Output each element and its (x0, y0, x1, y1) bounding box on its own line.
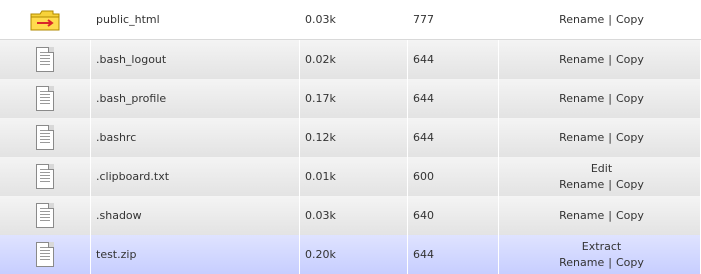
table-row[interactable]: .bash_profile 0.17k 644 Rename | Copy (0, 79, 701, 118)
file-permissions[interactable]: 640 (408, 196, 499, 235)
file-name[interactable]: .clipboard.txt (91, 157, 300, 196)
actions-cell: Rename | Copy (499, 118, 701, 157)
file-icon[interactable] (36, 203, 54, 228)
actions-cell: Rename | Copy (499, 0, 701, 39)
actions-cell: Edit Rename | Copy (499, 157, 701, 196)
file-name[interactable]: .bash_logout (91, 40, 300, 79)
file-icon[interactable] (36, 47, 54, 72)
actions-cell: Rename | Copy (499, 40, 701, 79)
file-size: 0.03k (300, 0, 408, 39)
rename-link[interactable]: Rename (559, 13, 604, 26)
file-size: 0.03k (300, 196, 408, 235)
file-permissions[interactable]: 644 (408, 118, 499, 157)
actions-cell: Extract Rename | Copy (499, 235, 701, 274)
file-permissions[interactable]: 644 (408, 40, 499, 79)
copy-link[interactable]: Copy (616, 178, 644, 191)
action-separator: | (608, 91, 612, 105)
copy-link[interactable]: Copy (616, 131, 644, 144)
file-name[interactable]: .bash_profile (91, 79, 300, 118)
file-name[interactable]: test.zip (91, 235, 300, 274)
actions-cell: Rename | Copy (499, 196, 701, 235)
icon-cell (0, 235, 91, 274)
copy-link[interactable]: Copy (616, 92, 644, 105)
file-size: 0.20k (300, 235, 408, 274)
action-separator: | (608, 12, 612, 26)
action-separator: | (608, 130, 612, 144)
file-permissions[interactable]: 777 (408, 0, 499, 39)
table-row[interactable]: .shadow 0.03k 640 Rename | Copy (0, 196, 701, 235)
copy-link[interactable]: Copy (616, 13, 644, 26)
rename-link[interactable]: Rename (559, 131, 604, 144)
rename-link[interactable]: Rename (559, 178, 604, 191)
icon-cell (0, 0, 91, 39)
file-size: 0.12k (300, 118, 408, 157)
table-row[interactable]: .bashrc 0.12k 644 Rename | Copy (0, 118, 701, 157)
rename-link[interactable]: Rename (559, 256, 604, 269)
icon-cell (0, 157, 91, 196)
action-separator: | (608, 52, 612, 66)
copy-link[interactable]: Copy (616, 53, 644, 66)
folder-redirect-icon[interactable] (29, 8, 61, 32)
file-permissions[interactable]: 644 (408, 235, 499, 274)
action-separator: | (608, 208, 612, 222)
edit-link[interactable]: Edit (591, 162, 612, 175)
file-icon[interactable] (36, 125, 54, 150)
table-row[interactable]: .clipboard.txt 0.01k 600 Edit Rename | Cop… (0, 157, 701, 196)
file-list-table: public_html 0.03k 777 Rename | Copy .bash_… (0, 0, 701, 274)
file-name[interactable]: .bashrc (91, 118, 300, 157)
action-separator: | (608, 255, 612, 269)
extract-link[interactable]: Extract (582, 240, 621, 253)
file-icon[interactable] (36, 164, 54, 189)
file-name[interactable]: public_html (91, 0, 300, 39)
actions-cell: Rename | Copy (499, 79, 701, 118)
table-row[interactable]: public_html 0.03k 777 Rename | Copy (0, 0, 701, 40)
file-icon[interactable] (36, 242, 54, 267)
file-name[interactable]: .shadow (91, 196, 300, 235)
rename-link[interactable]: Rename (559, 209, 604, 222)
icon-cell (0, 40, 91, 79)
file-icon[interactable] (36, 86, 54, 111)
table-row-selected[interactable]: test.zip 0.20k 644 Extract Rename | Copy (0, 235, 701, 274)
file-size: 0.01k (300, 157, 408, 196)
rename-link[interactable]: Rename (559, 53, 604, 66)
file-permissions[interactable]: 600 (408, 157, 499, 196)
rename-link[interactable]: Rename (559, 92, 604, 105)
icon-cell (0, 118, 91, 157)
icon-cell (0, 79, 91, 118)
table-row[interactable]: .bash_logout 0.02k 644 Rename | Copy (0, 40, 701, 79)
action-separator: | (608, 177, 612, 191)
file-size: 0.17k (300, 79, 408, 118)
icon-cell (0, 196, 91, 235)
file-size: 0.02k (300, 40, 408, 79)
copy-link[interactable]: Copy (616, 209, 644, 222)
copy-link[interactable]: Copy (616, 256, 644, 269)
file-permissions[interactable]: 644 (408, 79, 499, 118)
